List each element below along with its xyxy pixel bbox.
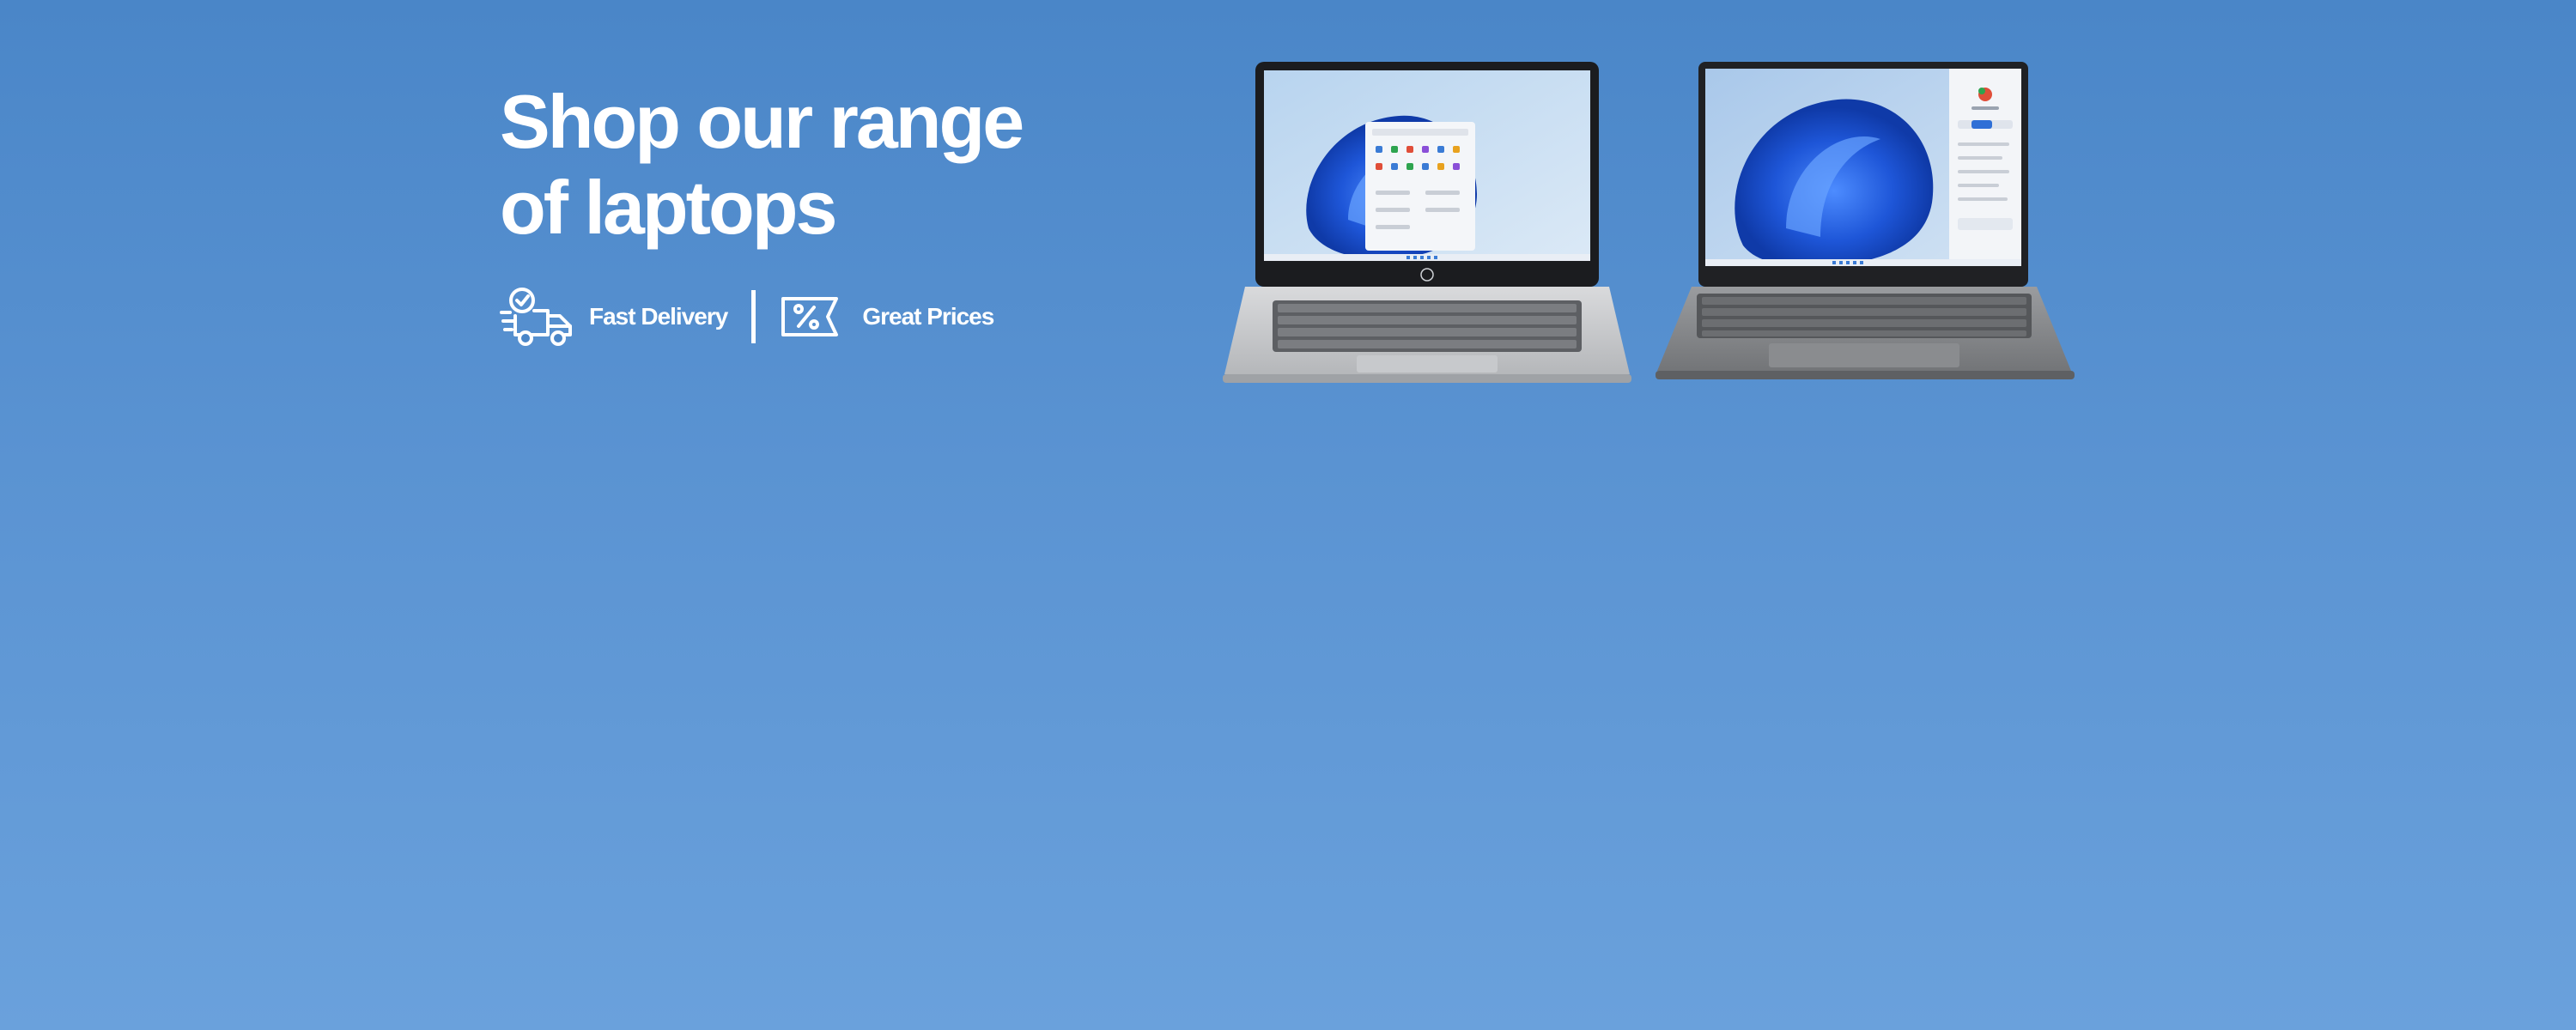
hero-headline: Shop our range of laptops	[500, 79, 1152, 251]
laptop-silver[interactable]	[1219, 57, 1631, 388]
laptop-grey[interactable]	[1649, 57, 2078, 388]
feature-divider	[751, 290, 756, 343]
hero-banner[interactable]: Shop our range of laptops Fast Delivery …	[0, 0, 2576, 1030]
laptop-silver-image	[1223, 62, 1631, 383]
price-tag-icon	[781, 297, 839, 336]
headline-line-2: of laptops	[500, 165, 837, 250]
headline-line-1: Shop our range	[500, 79, 1024, 164]
laptop-showcase[interactable]	[1219, 57, 2087, 391]
feature-list: Fast Delivery Great Prices	[500, 287, 994, 347]
feature-label-fast-delivery: Fast Delivery	[589, 303, 728, 330]
feature-great-prices: Great Prices	[780, 287, 994, 347]
laptop-grey-image	[1656, 62, 2075, 379]
feature-label-great-prices: Great Prices	[862, 303, 994, 330]
delivery-truck-icon	[500, 288, 572, 346]
feature-fast-delivery: Fast Delivery	[500, 287, 728, 347]
